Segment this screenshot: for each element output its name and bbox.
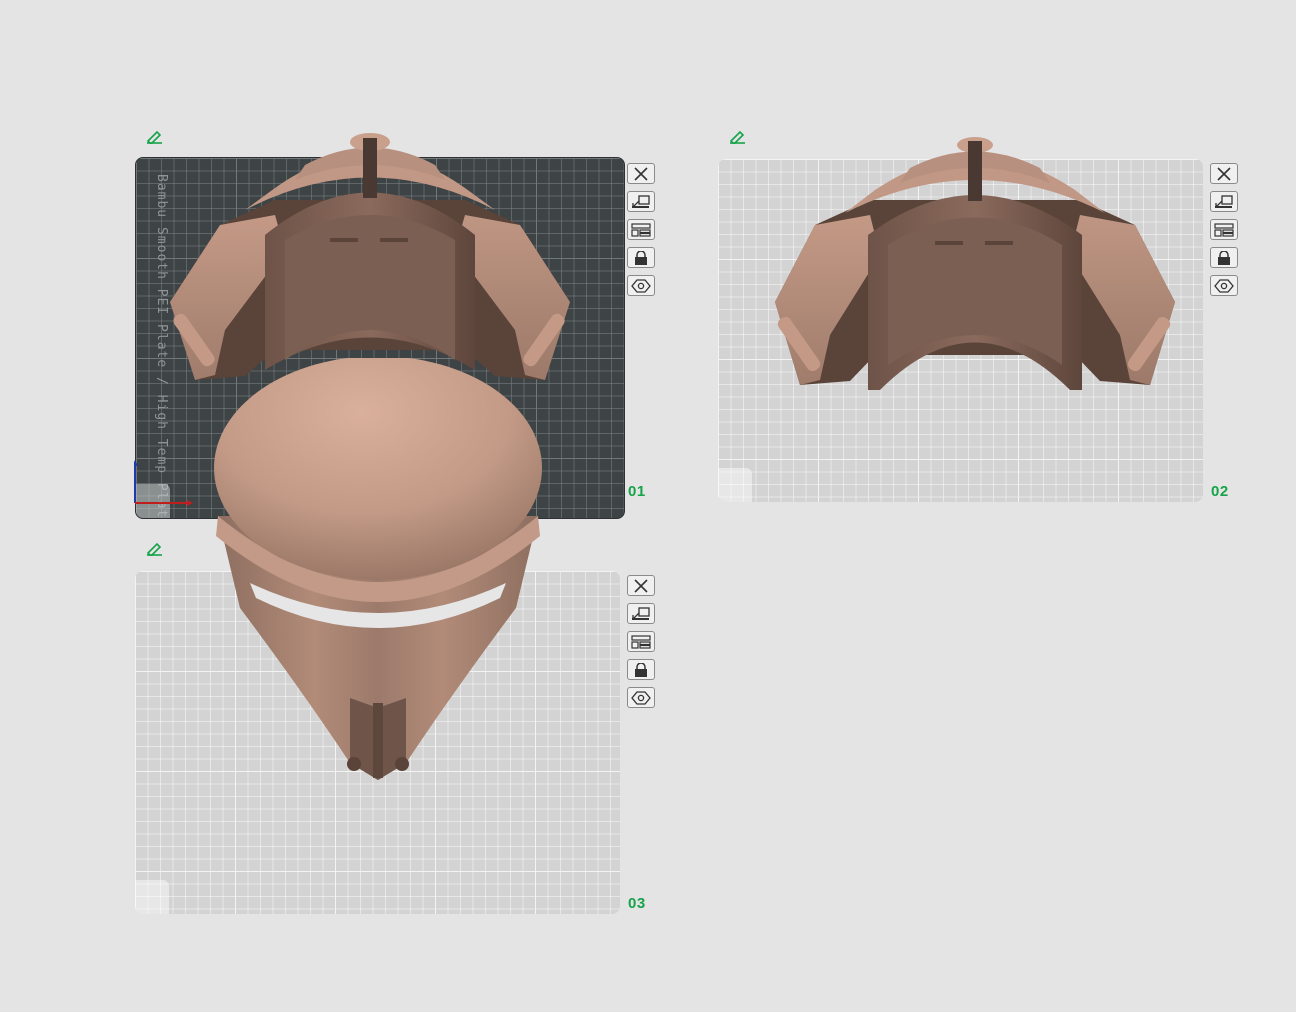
- plate-2-toolbar: [1210, 163, 1242, 303]
- lock-plate-button[interactable]: [627, 659, 655, 680]
- lock-plate-button[interactable]: [627, 247, 655, 268]
- preview-icon: [1214, 278, 1234, 293]
- plate-settings-button[interactable]: [1210, 219, 1238, 240]
- close-icon: [1217, 166, 1231, 181]
- plate-settings-button[interactable]: [627, 631, 655, 652]
- delete-plate-button[interactable]: [627, 163, 655, 184]
- lock-icon: [635, 662, 647, 677]
- delete-plate-button[interactable]: [627, 575, 655, 596]
- arrange-plate-button[interactable]: [1210, 191, 1238, 212]
- plate-number: 02: [1211, 483, 1229, 500]
- edit-pencil-icon[interactable]: [145, 542, 165, 556]
- plate-origin-corner: [135, 880, 169, 914]
- preview-icon: [631, 690, 651, 705]
- plate-settings-icon: [1214, 222, 1234, 237]
- plate-number: 03: [628, 895, 646, 912]
- plate-settings-icon: [631, 634, 651, 649]
- arrange-icon: [1215, 194, 1233, 208]
- helmet-back-part-plate-1[interactable]: [165, 130, 575, 390]
- arrange-plate-button[interactable]: [627, 191, 655, 212]
- preview-plate-button[interactable]: [627, 687, 655, 708]
- plate-settings-button[interactable]: [627, 219, 655, 240]
- edit-pencil-icon[interactable]: [145, 130, 165, 144]
- preview-icon: [631, 278, 651, 293]
- delete-plate-button[interactable]: [1210, 163, 1238, 184]
- plate-origin-corner: [718, 468, 752, 502]
- print-plates-canvas: { "plates": [ {"id": "plate-1", "number"…: [0, 0, 1296, 1012]
- plate-1-toolbar: [627, 163, 659, 303]
- lock-icon: [1218, 250, 1230, 265]
- preview-plate-button[interactable]: [1210, 275, 1238, 296]
- arrange-plate-button[interactable]: [627, 603, 655, 624]
- preview-plate-button[interactable]: [627, 275, 655, 296]
- close-icon: [634, 166, 648, 181]
- edit-pencil-icon[interactable]: [728, 130, 748, 144]
- lock-icon: [635, 250, 647, 265]
- plate-3-toolbar: [627, 575, 659, 715]
- helmet-dome-part[interactable]: [210, 358, 546, 783]
- plate-settings-icon: [631, 222, 651, 237]
- plate-number: 01: [628, 483, 646, 500]
- arrange-icon: [632, 194, 650, 208]
- axis-gizmo-icon: [134, 460, 193, 506]
- lock-plate-button[interactable]: [1210, 247, 1238, 268]
- arrange-icon: [632, 606, 650, 620]
- close-icon: [634, 578, 648, 593]
- helmet-back-part-plate-2[interactable]: [770, 135, 1180, 395]
